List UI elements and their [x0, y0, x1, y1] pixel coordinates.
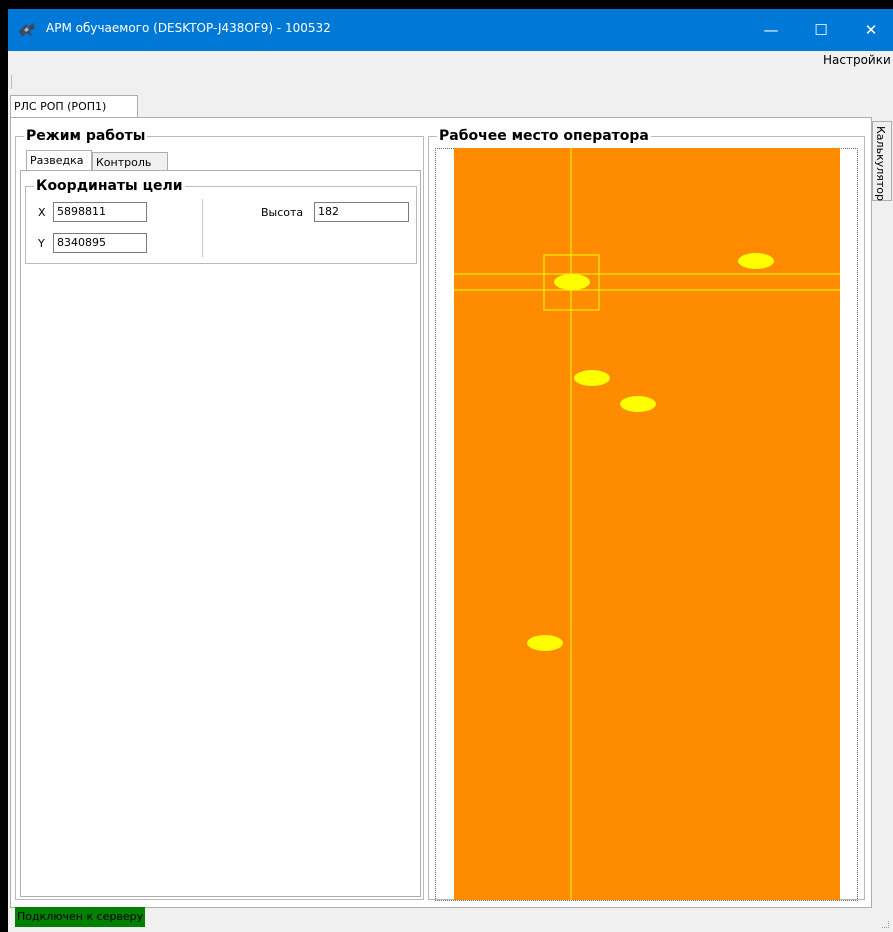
x-coordinate-field[interactable]: 5898811	[53, 202, 147, 222]
x-label: X	[38, 206, 46, 219]
app-window: АРМ обучаемого (DESKTOP-J438OF9) - 10053…	[8, 9, 893, 932]
tab-rls-rop-label: РЛС РОП (РОП1)	[14, 100, 107, 113]
tab-kontrol-label: Контроль	[96, 156, 152, 169]
title-bar[interactable]: АРМ обучаемого (DESKTOP-J438OF9) - 10053…	[8, 9, 893, 51]
radar-display[interactable]	[454, 148, 840, 900]
operator-group-title: Рабочее место оператора	[437, 128, 651, 144]
radar-target	[527, 635, 563, 651]
coords-divider	[202, 199, 203, 257]
y-label: Y	[38, 237, 45, 250]
radar-canvas	[454, 148, 840, 900]
close-button[interactable]: ✕	[848, 9, 893, 51]
radar-target	[620, 396, 656, 412]
connection-status: Подключен к серверу	[15, 907, 146, 927]
height-field[interactable]: 182	[314, 202, 409, 222]
coords-group-title: Координаты цели	[34, 178, 185, 194]
tab-razvedka[interactable]: Разведка	[26, 150, 92, 170]
tab-calculator[interactable]: Калькулятор	[872, 121, 892, 201]
size-grip-icon[interactable]	[882, 921, 889, 928]
tab-rls-rop[interactable]: РЛС РОП (РОП1)	[10, 95, 138, 117]
height-label: Высота	[261, 206, 304, 219]
radar-target	[554, 274, 590, 290]
tab-razvedka-label: Разведка	[30, 154, 84, 167]
menu-settings[interactable]: Настройки	[823, 53, 891, 67]
minimize-icon: —	[763, 21, 779, 39]
y-coordinate-field[interactable]: 8340895	[53, 233, 147, 253]
mode-group-title: Режим работы	[24, 128, 148, 144]
tab-kontrol[interactable]: Контроль	[92, 152, 168, 171]
tab-calculator-label: Калькулятор	[874, 126, 887, 201]
close-icon: ✕	[864, 21, 878, 39]
radar-target	[574, 370, 610, 386]
mode-tab-page	[20, 170, 421, 897]
minimize-button[interactable]: —	[748, 9, 794, 51]
menu-grip	[11, 75, 12, 89]
maximize-icon: ☐	[814, 21, 828, 39]
window-title: АРМ обучаемого (DESKTOP-J438OF9) - 10053…	[46, 21, 331, 35]
app-icon	[19, 23, 35, 37]
radar-target	[738, 253, 774, 269]
maximize-button[interactable]: ☐	[798, 9, 844, 51]
